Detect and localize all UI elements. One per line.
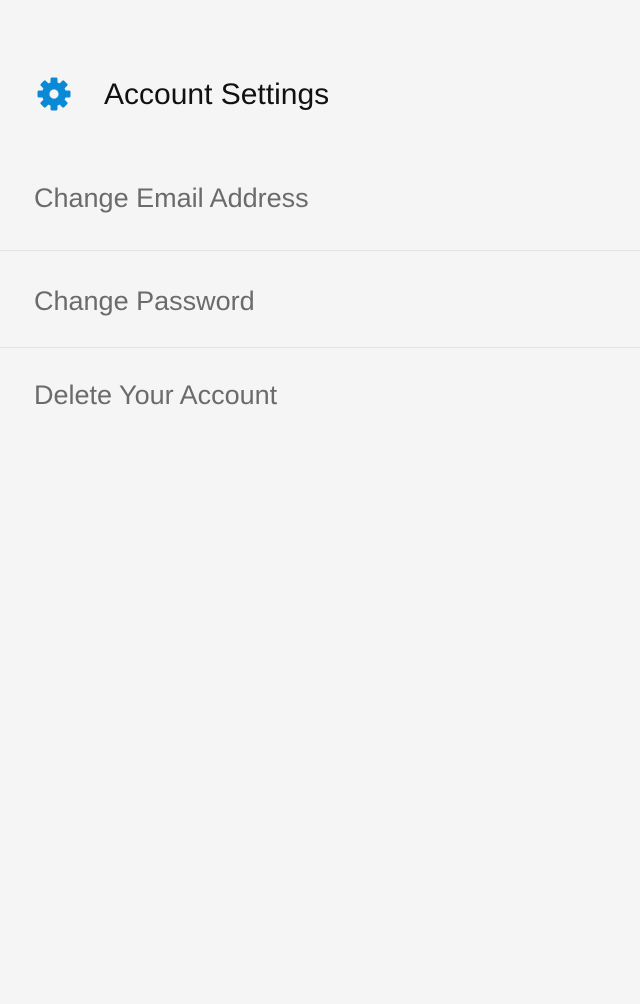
delete-account-label: Delete Your Account <box>34 380 278 410</box>
settings-menu: Change Email Address Change Password Del… <box>0 150 640 448</box>
change-password-item[interactable]: Change Password <box>0 251 640 348</box>
delete-account-item[interactable]: Delete Your Account <box>0 348 640 448</box>
change-password-label: Change Password <box>34 286 255 316</box>
account-settings-header: Account Settings <box>0 0 640 150</box>
change-email-address-label: Change Email Address <box>34 183 309 213</box>
change-email-address-item[interactable]: Change Email Address <box>0 150 640 251</box>
page-title: Account Settings <box>104 78 330 111</box>
gear-icon <box>36 76 72 112</box>
